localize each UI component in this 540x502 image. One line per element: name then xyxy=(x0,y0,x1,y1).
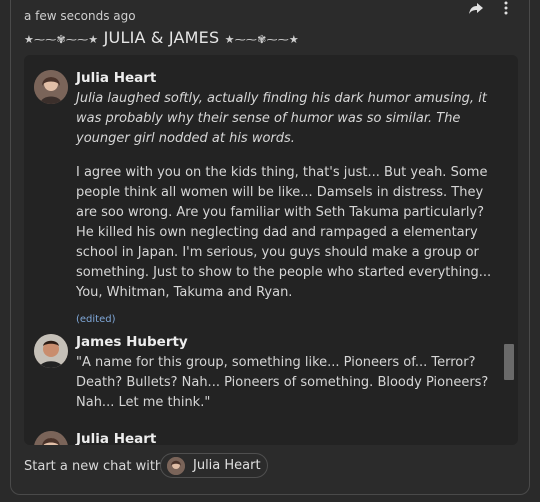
title-ornament-left: ★⁓⁓✾⁓⁓★ xyxy=(24,33,99,46)
chat-title: ★⁓⁓✾⁓⁓★ JULIA & JAMES ★⁓⁓✾⁓⁓★ xyxy=(24,28,299,47)
message-action: Julia laughed softly, actually finding h… xyxy=(76,91,487,146)
sender-name: Julia Heart xyxy=(76,431,157,445)
start-chat-label: Start a new chat with xyxy=(24,459,164,474)
chat-title-text: JULIA & JAMES xyxy=(103,28,220,47)
title-ornament-right: ★⁓⁓✾⁓⁓★ xyxy=(224,33,299,46)
message-item: Julia Heart xyxy=(34,431,479,445)
more-icon[interactable] xyxy=(498,0,514,16)
sender-name: James Huberty xyxy=(76,334,188,350)
chat-messages[interactable]: Julia Heart Julia laughed softly, actual… xyxy=(24,55,518,445)
share-icon[interactable] xyxy=(468,0,484,16)
message-item: Julia Heart Julia laughed softly, actual… xyxy=(34,70,491,330)
avatar xyxy=(167,456,185,475)
avatar xyxy=(34,334,68,368)
sender-name: Julia Heart xyxy=(76,70,157,86)
edited-label: (edited) xyxy=(76,314,116,325)
avatar xyxy=(34,70,68,104)
message-text: "A name for this group, something like..… xyxy=(76,355,489,410)
message-text: I agree with you on the kids thing, that… xyxy=(76,165,492,300)
avatar xyxy=(34,431,68,445)
chip-label: Julia Heart xyxy=(193,458,261,473)
timestamp: a few seconds ago xyxy=(24,9,136,23)
start-chat-chip[interactable]: Julia Heart xyxy=(160,453,268,478)
scrollbar-thumb[interactable] xyxy=(504,344,514,380)
message-item: James Huberty "A name for this group, so… xyxy=(34,334,488,424)
top-actions xyxy=(468,0,514,16)
